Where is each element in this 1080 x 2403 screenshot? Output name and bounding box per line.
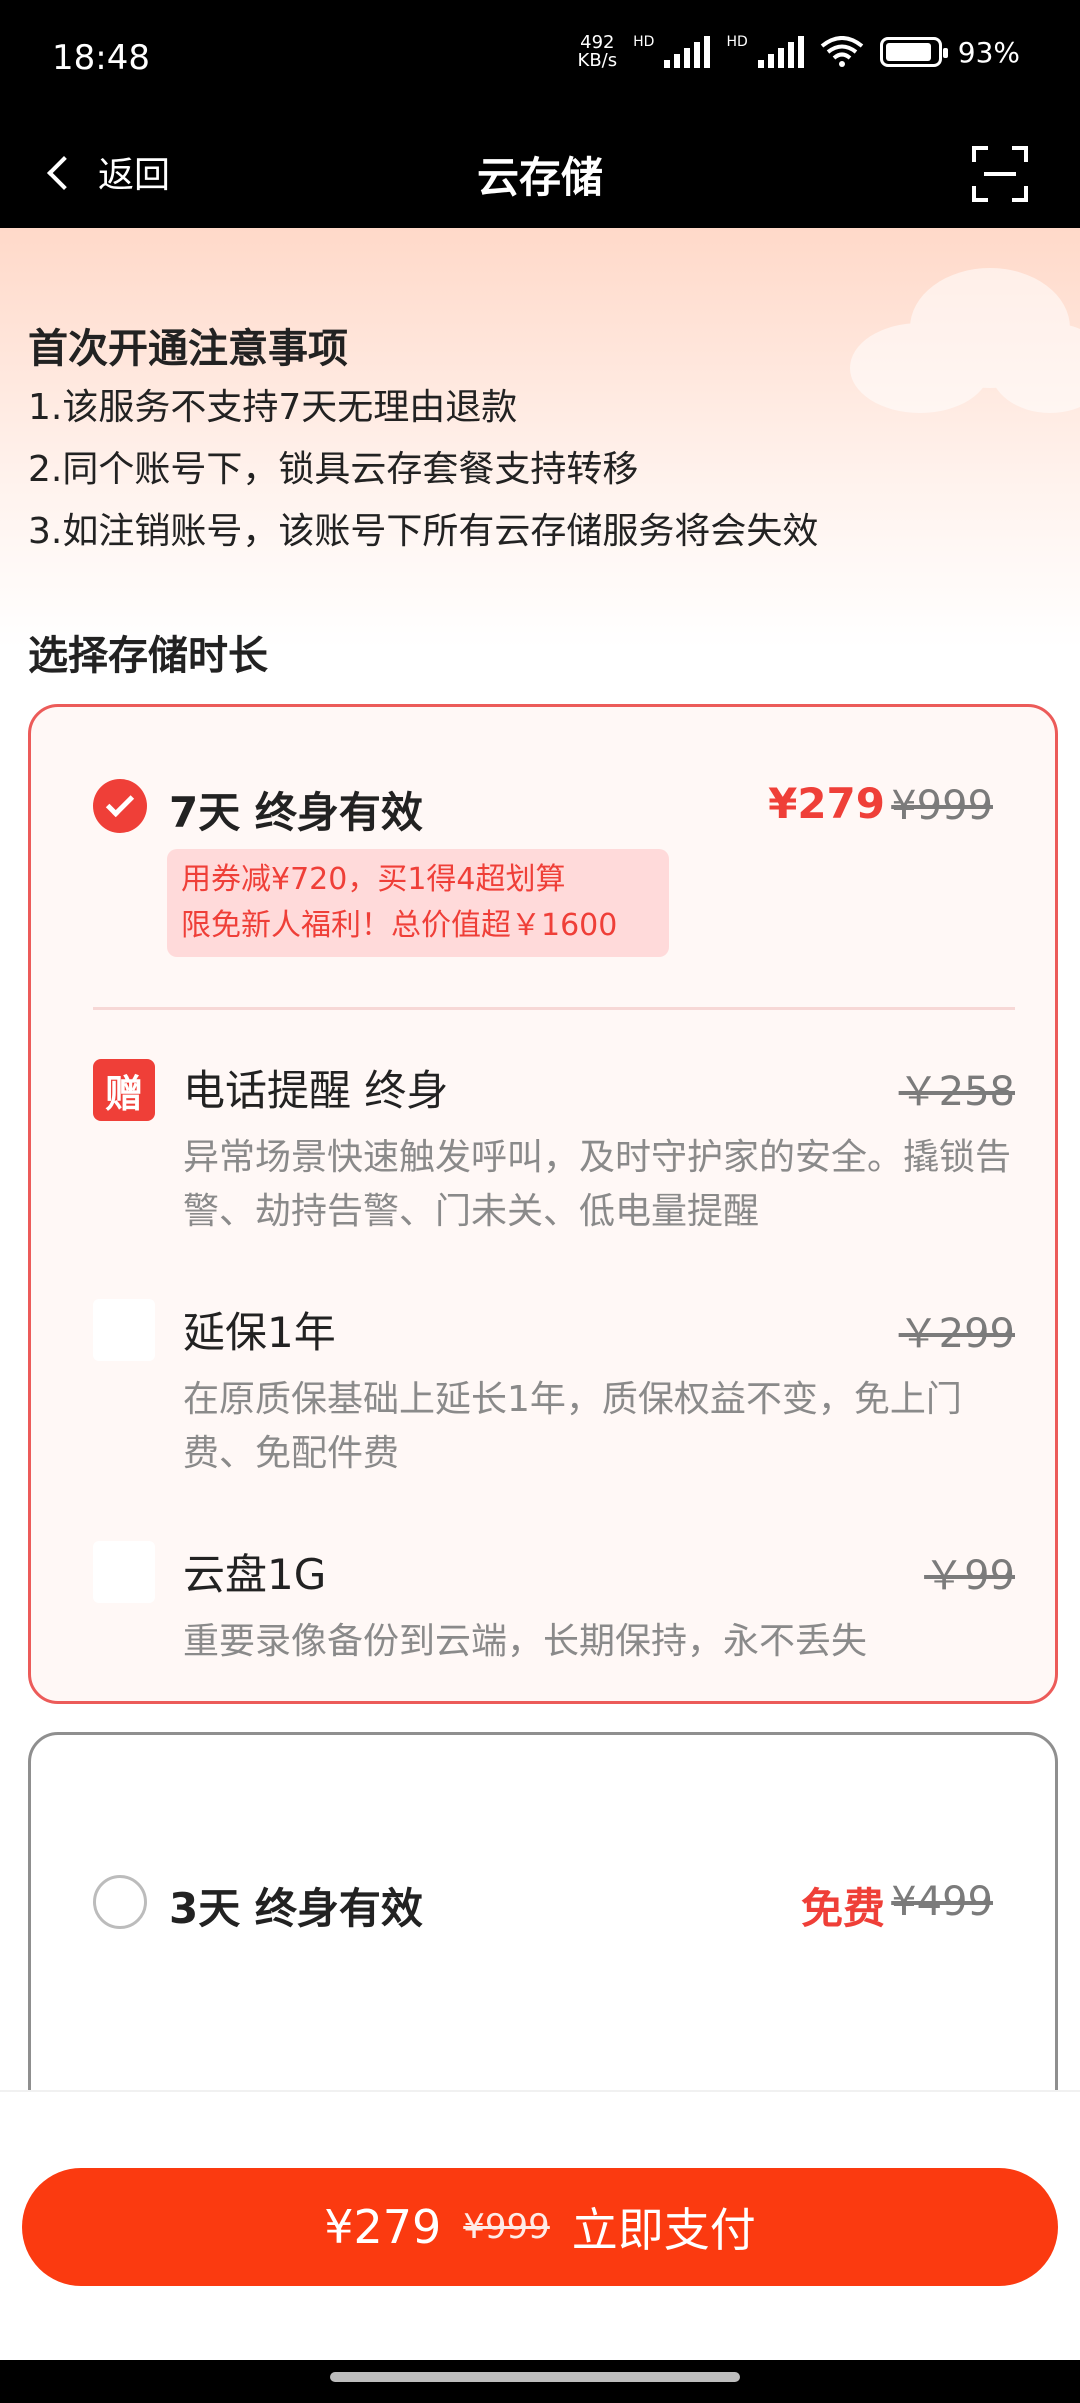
item-price-cloud: ￥99 <box>924 1553 1015 1599</box>
hd-label-2: HD <box>726 34 748 50</box>
item-title-phone: 电话提醒 终身 <box>183 1066 449 1115</box>
hd-label: HD <box>633 34 655 50</box>
item-icon-placeholder-2 <box>93 1541 155 1603</box>
notice-line-3: 3.如注销账号，该账号下所有云存储服务将会失效 <box>28 511 819 552</box>
plan2-title: 3天 终身有效 <box>169 1884 423 1933</box>
checked-icon[interactable] <box>93 779 147 833</box>
battery-percent: 93% <box>957 35 1020 69</box>
plan-old-price: ¥999 <box>891 783 993 829</box>
pay-label: 立即支付 <box>571 2203 756 2257</box>
nav-bar: 返回 云存储 <box>0 120 1080 228</box>
gift-icon: 赠 <box>93 1059 155 1121</box>
plan2-old-price: ¥499 <box>891 1879 993 1925</box>
network-speed: 492 KB/s <box>577 32 618 71</box>
promo-badge: 用券减¥720，买1得4超划算 限免新人福利！总价值超￥1600 <box>167 849 669 957</box>
plan-title: 7天 终身有效 <box>169 788 423 837</box>
home-indicator <box>0 2360 1080 2403</box>
status-icons: 492 KB/s HD HD 93% <box>578 34 1020 70</box>
signal-icon <box>664 36 711 68</box>
pay-button[interactable]: ¥279 ¥999 立即支付 <box>22 2168 1058 2286</box>
section-title: 选择存储时长 <box>28 633 268 679</box>
bottom-bar: ¥279 ¥999 立即支付 <box>0 2090 1080 2360</box>
wifi-icon <box>820 36 864 67</box>
item-desc-phone: 异常场景快速触发呼叫，及时守护家的安全。撬锁告警、劫持告警、门未关、低电量提醒 <box>183 1137 1012 1232</box>
cloud-decoration-icon <box>850 268 1080 413</box>
battery-icon <box>879 37 948 67</box>
item-desc-warranty: 在原质保基础上延长1年，质保权益不变，免上门费、免配件费 <box>183 1379 962 1474</box>
status-time: 18:48 <box>52 38 150 78</box>
notice-line-1: 1.该服务不支持7天无理由退款 <box>28 387 518 428</box>
item-title-warranty: 延保1年 <box>183 1308 336 1357</box>
page-title: 云存储 <box>476 153 603 202</box>
item-price-warranty: ￥299 <box>898 1311 1015 1357</box>
plan-price: ¥279 <box>768 779 885 828</box>
item-icon-placeholder <box>93 1299 155 1361</box>
divider <box>93 1007 1015 1010</box>
radio-unchecked-icon[interactable] <box>93 1875 147 1929</box>
item-price-phone: ￥258 <box>898 1069 1015 1115</box>
plan2-price: 免费 <box>800 1884 885 1933</box>
plan-card-other[interactable]: 3天 终身有效 免费 ¥499 <box>28 1732 1058 2090</box>
pay-price: ¥279 <box>324 2200 442 2254</box>
item-desc-cloud: 重要录像备份到云端，长期保持，永不丢失 <box>183 1621 868 1662</box>
signal-icon-2 <box>757 36 804 68</box>
pay-old-price: ¥999 <box>463 2207 550 2247</box>
notice-line-2: 2.同个账号下，锁具云存套餐支持转移 <box>28 449 639 490</box>
status-bar: 18:48 492 KB/s HD HD 93% <box>0 0 1080 120</box>
scan-icon[interactable] <box>970 144 1030 204</box>
item-title-cloud: 云盘1G <box>183 1550 327 1599</box>
home-bar[interactable] <box>330 2372 740 2382</box>
plan-card-selected[interactable]: 7天 终身有效 ¥279 ¥999 用券减¥720，买1得4超划算 限免新人福利… <box>28 704 1058 1704</box>
content-area: 首次开通注意事项 1.该服务不支持7天无理由退款 2.同个账号下，锁具云存套餐支… <box>0 228 1080 2090</box>
notice-title: 首次开通注意事项 <box>28 326 348 372</box>
